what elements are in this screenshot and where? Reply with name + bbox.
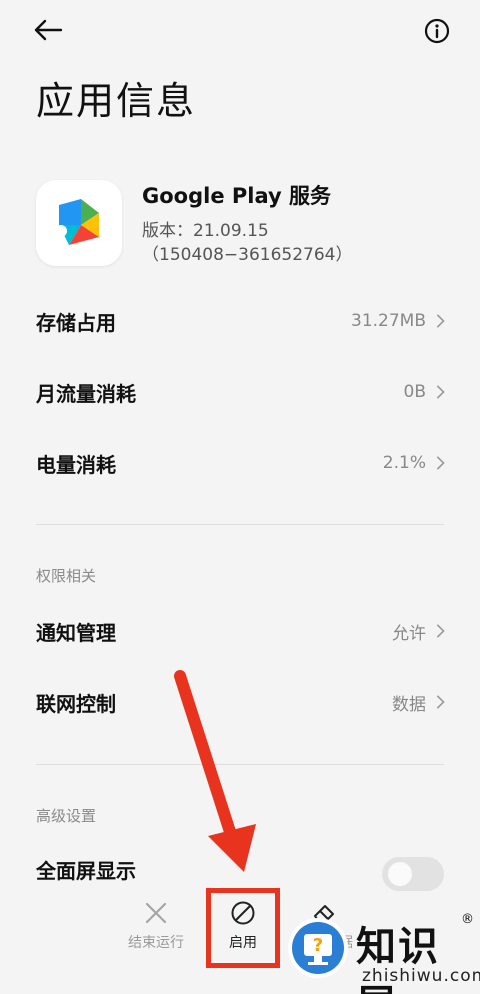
row-value: 0B — [403, 382, 426, 402]
network-control-row[interactable]: 联网控制 数据 — [36, 677, 446, 727]
row-label: 通知管理 — [36, 620, 116, 645]
page-title: 应用信息 — [36, 79, 197, 123]
chevron-right-icon — [436, 624, 445, 638]
top-bar — [0, 0, 480, 64]
row-label: 存储占用 — [36, 310, 116, 335]
chevron-right-icon — [436, 695, 445, 709]
close-icon — [145, 902, 167, 924]
app-build-number: （150408−361652764） — [142, 245, 353, 265]
highlight-box — [206, 888, 280, 968]
chevron-right-icon — [436, 456, 445, 470]
row-value: 数据 — [392, 694, 426, 715]
notification-management-row[interactable]: 通知管理 允许 — [36, 606, 446, 656]
storage-row[interactable]: 存储占用 31.27MB — [36, 296, 446, 346]
row-value: 31.27MB — [351, 311, 426, 331]
section-label-permissions: 权限相关 — [36, 567, 97, 585]
row-label: 电量消耗 — [36, 452, 116, 477]
app-info-card: Google Play 服务 版本：21.09.15 （150408−36165… — [36, 176, 456, 266]
watermark-url: zhishiwu.com — [362, 966, 480, 986]
chevron-right-icon — [436, 385, 445, 399]
stop-running-label: 结束运行 — [128, 935, 184, 951]
app-version: 版本：21.09.15 — [142, 221, 269, 241]
chevron-right-icon — [436, 314, 445, 328]
svg-text:?: ? — [313, 935, 323, 956]
row-value: 允许 — [392, 623, 426, 644]
info-circle-icon — [424, 18, 450, 44]
watermark: ? 知识屋 ® zhishiwu.com — [282, 910, 480, 994]
row-label: 月流量消耗 — [36, 381, 136, 406]
divider — [36, 524, 444, 525]
stop-running-button[interactable]: 结束运行 — [116, 900, 196, 970]
watermark-logo-icon: ? — [288, 918, 348, 978]
app-name: Google Play 服务 — [142, 184, 331, 208]
row-label: 全面屏显示 — [36, 858, 136, 883]
watermark-registered-mark: ® — [461, 912, 474, 927]
back-button[interactable] — [30, 14, 66, 46]
info-button[interactable] — [422, 16, 452, 46]
data-usage-row[interactable]: 月流量消耗 0B — [36, 367, 446, 417]
row-label: 联网控制 — [36, 691, 116, 716]
row-value: 2.1% — [382, 453, 426, 473]
google-play-services-icon — [36, 180, 122, 266]
divider — [36, 764, 444, 765]
section-label-advanced: 高级设置 — [36, 807, 97, 825]
arrow-left-icon — [34, 19, 63, 41]
fullscreen-toggle[interactable] — [382, 857, 444, 891]
battery-usage-row[interactable]: 电量消耗 2.1% — [36, 438, 446, 488]
